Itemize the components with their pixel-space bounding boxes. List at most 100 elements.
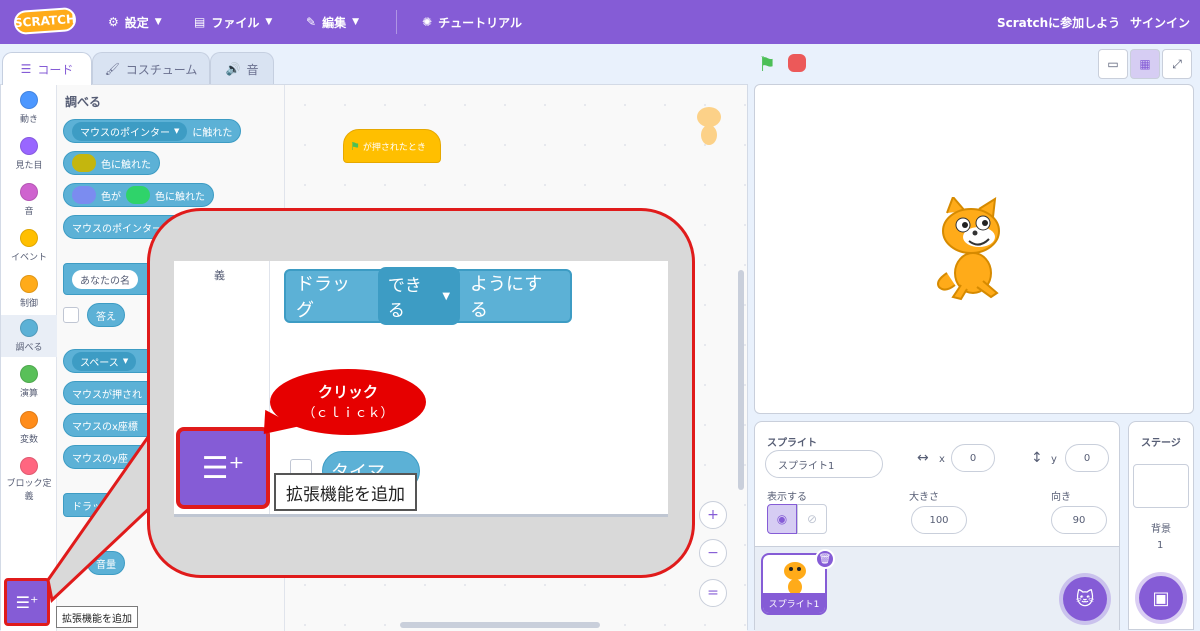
normal-stage-icon: ▦ [1139,57,1151,71]
signin-link[interactable]: サインイン [1130,0,1190,44]
edit-label: 編集 [322,15,347,30]
block-text: 色に触れた [155,191,205,203]
category-label: 見た目 [15,161,43,171]
category-sound[interactable]: 音 [1,183,57,217]
tab-costumes[interactable]: 🖌 コスチューム [92,52,210,85]
category-control[interactable]: 制御 [1,275,57,309]
sprite-thumbnail-label: スプライト1 [763,593,825,613]
delete-sprite-button[interactable]: 🗑 [815,549,835,569]
tab-code-label: コード [37,62,74,77]
extension-icon: ☰⁺ [15,592,39,612]
trash-icon: 🗑 [818,553,832,565]
color-swatch[interactable] [72,154,96,172]
loudness-block[interactable]: 音量 [87,551,125,575]
sprite-name-input[interactable]: スプライト1 [765,450,883,478]
block-text: ようにする [470,274,543,321]
file-menu[interactable]: ▤ ファイル ▼ [194,0,272,44]
answer-block[interactable]: 答え [87,303,125,327]
join-link[interactable]: Scratchに参加しよう [997,0,1120,44]
zoomed-drag-mode-block[interactable]: ドラッグ できる ▼ ようにする [284,267,572,325]
category-label: ブロック定義 [6,479,52,502]
block-text: マウスのy座 [72,453,128,465]
stage-selector-panel[interactable]: ステージ 背景 1 ▣ [1128,421,1194,630]
tab-sounds[interactable]: 🔊 音 [210,52,274,85]
answer-checkbox[interactable] [63,307,79,323]
x-input[interactable]: 0 [951,444,995,472]
menu-divider [396,10,397,34]
y-input[interactable]: 0 [1065,444,1109,472]
direction-input[interactable]: 90 [1051,506,1107,534]
category-my-blocks[interactable]: ブロック定義 [1,457,57,503]
fullscreen-icon: ⤢ [1172,56,1182,71]
zoom-reset-button[interactable]: = [699,579,727,607]
show-button[interactable]: ◉ [767,504,797,534]
chevron-down-icon: ▼ [154,17,162,27]
stage-canvas[interactable] [754,84,1194,414]
tab-code[interactable]: ☰ コード [2,52,92,85]
when-flag-clicked-block[interactable]: ⚑ が押されたとき [343,129,441,163]
drag-option-dropdown[interactable]: できる ▼ [377,267,461,325]
block-text: マウスのポインター [72,223,162,235]
file-label: ファイル [211,15,260,30]
pointer-dropdown[interactable]: マウスのポインター ▼ [72,121,188,141]
category-operators[interactable]: 演算 [1,365,57,399]
color-swatch[interactable] [72,186,96,204]
category-label: 調べる [15,343,43,353]
block-text: マウスが押され [72,389,142,401]
zoom-out-button[interactable]: − [699,539,727,567]
stage-thumbnail[interactable] [1133,464,1189,508]
drag-mode-block[interactable]: ドラッ [63,493,123,517]
category-sensing[interactable]: 調べる [1,315,57,357]
size-input[interactable]: 100 [911,506,967,534]
choose-backdrop-button[interactable]: ▣ [1139,576,1183,620]
block-text: 音量 [96,559,116,571]
color-swatch[interactable] [126,186,150,204]
tutorials-label: チュートリアル [438,15,522,30]
small-stage-button[interactable]: ▭ [1098,49,1128,79]
choose-sprite-button[interactable]: 🐱 [1063,577,1107,621]
tab-costumes-label: コスチューム [125,62,198,77]
tab-sounds-label: 音 [246,62,259,77]
zoom-in-button[interactable]: + [699,501,727,529]
loudness-checkbox[interactable] [63,555,79,571]
normal-stage-button[interactable]: ▦ [1130,49,1160,79]
edit-menu[interactable]: ✎ 編集 ▼ [306,0,359,44]
stop-button[interactable] [788,54,806,72]
add-extension-button[interactable]: ☰⁺ [4,578,50,626]
chevron-down-icon: ▼ [265,17,273,27]
color-is-touching-block[interactable]: 色が 色に触れた [63,183,214,207]
scratch-logo[interactable]: SCRATCH [13,6,77,36]
workspace-scrollbar-horizontal[interactable] [400,622,600,628]
color-touching-block[interactable]: 色に触れた [63,151,160,175]
settings-menu[interactable]: ⚙ 設定 ▼ [108,0,162,44]
size-label: 大きさ [909,492,939,503]
block-text: 答え [96,311,116,323]
tutorials-menu[interactable]: ✺ チュートリアル [422,0,522,44]
gear-icon: ⚙ [108,15,119,29]
ask-input[interactable]: あなたの名 [72,269,138,289]
cat-sprite-icon[interactable] [925,195,1021,301]
category-dot [20,137,38,155]
category-events[interactable]: イベント [1,229,57,263]
category-looks[interactable]: 見た目 [1,137,57,171]
category-menu: 動き 見た目 音 イベント 制御 調べる 演算 変数 ブロック定義 [1,85,57,631]
sprite-thumbnail[interactable]: 🗑 スプライト1 [761,549,835,615]
fullscreen-button[interactable]: ⤢ [1162,49,1192,79]
block-text: マウスのx座標 [72,421,138,433]
click-speech-bubble: クリック （ｃｌｉｃｋ） [270,369,426,435]
category-label: 変数 [19,435,38,445]
touching-pointer-block[interactable]: マウスのポインター ▼ に触れた [63,119,242,143]
category-dot [20,183,38,201]
menu-bar: SCRATCH ⚙ 設定 ▼ ▤ ファイル ▼ ✎ 編集 ▼ ✺ チュートリアル… [0,0,1200,44]
green-flag-button[interactable]: ⚑ [758,52,780,76]
block-text: 色が [101,191,121,203]
backdrops-label: 背景 [1151,524,1171,535]
workspace-scrollbar-vertical[interactable] [738,270,744,490]
key-dropdown[interactable]: スペース ▼ [72,351,137,371]
zoomed-add-extension-button[interactable]: ☰⁺ [176,427,270,509]
category-label: 制御 [19,299,38,309]
block-text: できる [387,276,422,321]
category-motion[interactable]: 動き [1,91,57,125]
category-variables[interactable]: 変数 [1,411,57,445]
hide-button[interactable]: ⊘ [797,504,827,534]
